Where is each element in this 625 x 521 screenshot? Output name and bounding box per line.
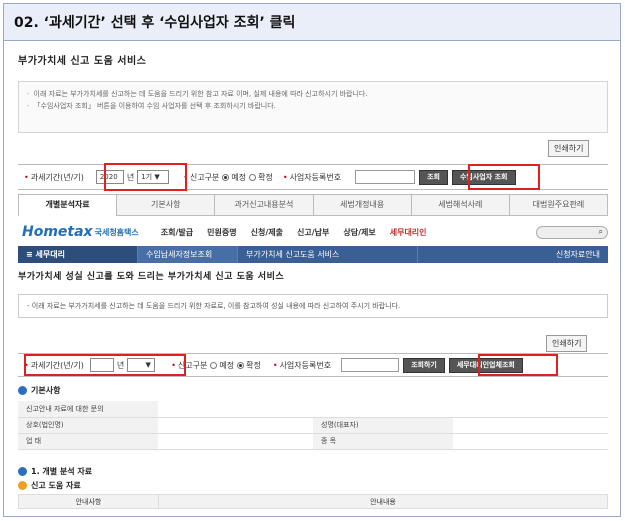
search-button[interactable]: 조회	[419, 169, 448, 185]
step-title: 02. ‘과세기간’ 선택 후 ‘수임사업자 조회’ 클릭	[4, 4, 620, 41]
help-section-heading: 신고 도움 자료	[18, 480, 81, 491]
service-heading: 부가가치세 신고 도움 서비스	[18, 56, 147, 67]
basic-section-heading: 기본사항	[18, 385, 60, 396]
type-label: • 신고구분	[183, 172, 220, 182]
lower-bizno-label: • 사업자등록번호	[272, 360, 332, 370]
help-table: 안내사항 안내내용	[18, 494, 608, 509]
lower-highlight-period	[24, 354, 186, 376]
lower-notice: - 이래 자료는 부가가치세를 신고하는 데 도움을 드리기 위한 자료로, 이…	[18, 294, 608, 318]
print-button[interactable]: 인쇄하기	[548, 140, 590, 157]
table-row: 신고안내 자료에 대한 문의	[18, 401, 608, 418]
tab-individual-analysis[interactable]: 개별분석자료	[18, 194, 118, 216]
table-row: 안내사항 안내내용	[18, 494, 608, 509]
bizno-label: • 사업자등록번호	[282, 172, 342, 182]
notice-line-2: - 「수임사업자 조회」 버튼을 이용하여 수임 사업자를 선택 후 조회하시기 …	[27, 102, 276, 110]
tutorial-frame: 02. ‘과세기간’ 선택 후 ‘수임사업자 조회’ 클릭 부가가치세 신고 도…	[3, 3, 621, 517]
lower-search-button[interactable]: 조회하기	[403, 357, 445, 373]
radio-estimate[interactable]	[222, 173, 230, 181]
circle-icon	[18, 481, 27, 490]
lower-highlight-agent-search	[478, 354, 558, 376]
highlight-client-search	[468, 164, 540, 190]
lower-bizno-input[interactable]	[341, 358, 400, 372]
analysis-section-heading: 1. 개별 분석 자료	[18, 466, 92, 477]
table-row: 상호(법인명) 성명(대표자)	[18, 417, 608, 434]
lower-radio-final[interactable]	[237, 361, 245, 369]
circle-icon	[18, 467, 27, 476]
tab-past-analysis[interactable]: 과거신고내용분석	[215, 194, 314, 216]
bizno-input[interactable]	[355, 170, 416, 184]
lower-print-button[interactable]: 인쇄하기	[546, 335, 588, 352]
notice-line-1: - 이래 자료는 부가가치세를 신고하는 데 도움을 드리기 위한 참고 자료 이…	[27, 90, 368, 98]
basic-info-table: 신고안내 자료에 대한 문의 상호(법인명) 성명(대표자) 업 태종 목	[18, 401, 608, 450]
notice-box: - 이래 자료는 부가가치세를 신고하는 데 도움을 드리기 위한 참고 자료 이…	[18, 81, 608, 133]
upper-screen: 부가가치세 신고 도움 서비스 - 이래 자료는 부가가치세를 신고하는 데 도움…	[18, 52, 609, 263]
tab-law-interpretation[interactable]: 세법해석사례	[411, 194, 510, 216]
tab-bar: 개별분석자료 기본사항 과거신고내용분석 세법개정내용 세법해석사례 대법원주요…	[18, 194, 609, 216]
tab-law-revision[interactable]: 세법개정내용	[313, 194, 412, 216]
lower-heading: 부가가치세 성실 신고를 도와 드리는 부가가치세 신고 도움 서비스	[18, 272, 285, 282]
circle-icon	[18, 386, 27, 395]
table-row: 업 태종 목	[18, 433, 608, 450]
period-label: • 과세기간(년/기)	[24, 172, 84, 182]
radio-final[interactable]	[249, 173, 257, 181]
lower-radio-estimate[interactable]	[210, 361, 218, 369]
lower-screen: 부가가치세 성실 신고를 도와 드리는 부가가치세 신고 도움 서비스 - 이래…	[18, 221, 608, 509]
tab-supreme-court[interactable]: 대법원주요판례	[509, 194, 609, 216]
highlight-period	[104, 163, 187, 191]
tab-basic[interactable]: 기본사항	[117, 194, 216, 216]
